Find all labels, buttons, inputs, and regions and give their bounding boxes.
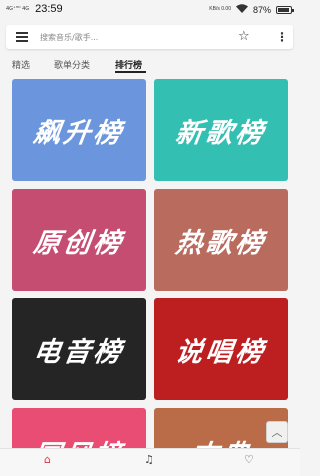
chart-card-hot-songs[interactable]: 热歌榜	[154, 189, 288, 291]
home-icon[interactable]: ⌂	[44, 454, 51, 466]
search-input[interactable]	[40, 30, 220, 44]
chart-card-label: 说唱榜	[173, 336, 268, 368]
network-speed: KB/s 0.00	[209, 6, 231, 12]
chart-card-label: 飙升榜	[31, 117, 126, 149]
music-note-icon[interactable]: ♫	[144, 454, 154, 466]
status-left: 4G⁺ᴴᴰ 4G 23:59	[6, 3, 63, 15]
tab-charts[interactable]: 排行榜	[115, 58, 142, 71]
chart-card-label: 热歌榜	[173, 227, 268, 259]
active-tab-indicator	[115, 71, 146, 73]
chart-card-electronic[interactable]: 电音榜	[12, 298, 146, 400]
kebab-icon[interactable]: ⋮	[276, 29, 288, 45]
chart-card-label: 新歌榜	[173, 117, 268, 149]
chart-card-label: 原创榜	[31, 227, 126, 259]
search-header: ☆ ⋮	[6, 25, 293, 49]
menu-icon[interactable]	[16, 32, 28, 42]
scroll-to-top-button[interactable]: ︿	[266, 421, 288, 443]
heart-icon[interactable]: ♡	[244, 454, 254, 466]
chart-card-rap[interactable]: 说唱榜	[154, 298, 288, 400]
battery-icon	[276, 5, 294, 14]
status-right: KB/s 0.00 87%	[209, 4, 294, 15]
category-tabs: 精选 歌单分类 排行榜	[0, 55, 300, 73]
chart-card-new-songs[interactable]: 新歌榜	[154, 79, 288, 181]
battery-percent: 87%	[252, 4, 271, 15]
chart-card-original[interactable]: 原创榜	[12, 189, 146, 291]
chart-card-soaring[interactable]: 飙升榜	[12, 79, 146, 181]
bottom-navigation: ⌂ ♫ ♡	[0, 448, 300, 476]
chart-card-label: 电音榜	[31, 336, 126, 368]
tab-featured[interactable]: 精选	[12, 58, 30, 71]
tab-playlist-categories[interactable]: 歌单分类	[54, 58, 90, 71]
star-icon[interactable]: ☆	[238, 29, 250, 45]
wifi-icon	[235, 4, 248, 15]
status-time: 23:59	[35, 3, 63, 15]
network-indicator-left: 4G⁺ᴴᴰ 4G	[6, 5, 30, 12]
chevron-up-icon: ︿	[271, 426, 283, 439]
status-bar: 4G⁺ᴴᴰ 4G 23:59 KB/s 0.00 87%	[0, 0, 300, 20]
